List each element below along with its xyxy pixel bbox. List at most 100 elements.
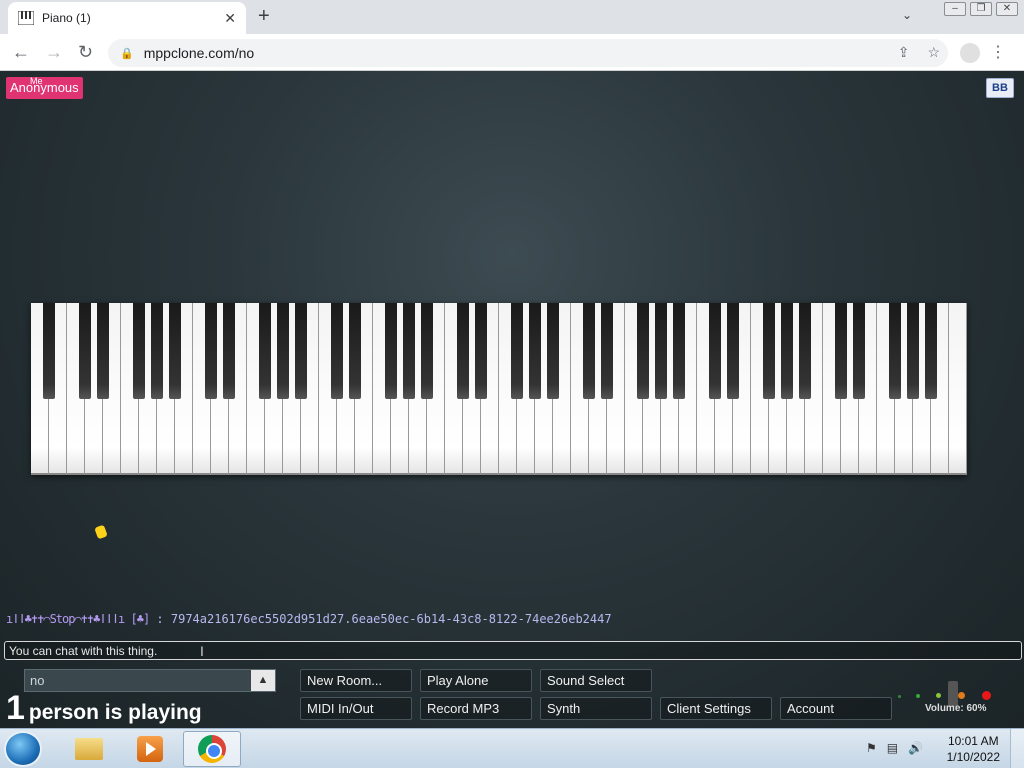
chat-text: 7974a216176ec5502d951d27.6eae50ec-6b14-4… (170, 612, 612, 626)
black-key[interactable] (835, 303, 847, 399)
black-key[interactable] (529, 303, 541, 399)
close-window-button[interactable]: ✕ (996, 2, 1018, 16)
piano-keyboard[interactable] (31, 303, 967, 475)
black-key[interactable] (457, 303, 469, 399)
chrome-icon (198, 735, 226, 763)
tab-piano[interactable]: Piano (1) ✕ (8, 2, 246, 34)
chat-input[interactable] (4, 641, 1022, 660)
black-key[interactable] (925, 303, 937, 399)
black-key[interactable] (331, 303, 343, 399)
white-key[interactable] (949, 303, 967, 475)
black-key[interactable] (259, 303, 271, 399)
chat-message: ıǀǀ♣✝✝⌒Stop⌒✝✝♣ǀǀǀı [♣] : 7974a216176ec5… (6, 612, 612, 626)
black-key[interactable] (673, 303, 685, 399)
room-name: no (25, 670, 251, 691)
black-key[interactable] (349, 303, 361, 399)
address-bar[interactable]: 🔒 mppclone.com/no (108, 39, 948, 67)
profile-avatar-icon[interactable] (960, 43, 980, 63)
folder-icon (75, 738, 103, 760)
flag-icon[interactable]: ⚑ (866, 741, 877, 755)
me-label: Me (30, 76, 43, 86)
share-icon[interactable]: ⇪ (898, 44, 910, 61)
clock[interactable]: 10:01 AM 1/10/2022 (947, 733, 1000, 765)
chrome-taskbar-button[interactable] (183, 731, 241, 767)
black-key[interactable] (781, 303, 793, 399)
browser-tabbar: Piano (1) ✕ + ⌄ – ❐ ✕ (0, 0, 1024, 34)
minimize-button[interactable]: – (944, 2, 966, 16)
explorer-taskbar-button[interactable] (60, 731, 118, 767)
player-count-text: person is playing (28, 701, 202, 724)
black-key[interactable] (799, 303, 811, 399)
black-key[interactable] (43, 303, 55, 399)
lock-icon[interactable]: 🔒 (120, 47, 134, 60)
user-badge[interactable]: Me Anonymous (6, 76, 83, 99)
tab-close-icon[interactable]: ✕ (224, 10, 236, 27)
black-key[interactable] (79, 303, 91, 399)
user-cursor-icon (94, 524, 108, 540)
player-count: 1 person is playing (6, 689, 202, 728)
bb-button[interactable]: BB (986, 78, 1014, 98)
system-tray: ⚑ ▤ 🔊 (866, 741, 923, 755)
omnibox-actions: ⇪ ☆ (898, 44, 940, 61)
volume-label: Volume: 60% (925, 703, 987, 714)
media-player-taskbar-button[interactable] (121, 731, 179, 767)
black-key[interactable] (601, 303, 613, 399)
new-tab-button[interactable]: + (258, 6, 270, 26)
black-key[interactable] (475, 303, 487, 399)
piano-favicon-icon (18, 11, 34, 25)
black-key[interactable] (853, 303, 865, 399)
black-key[interactable] (403, 303, 415, 399)
account-button[interactable]: Account (780, 697, 892, 720)
black-key[interactable] (133, 303, 145, 399)
forward-arrow-icon[interactable]: → (45, 42, 63, 62)
bookmark-star-icon[interactable]: ☆ (927, 44, 940, 61)
restore-button[interactable]: ❐ (970, 2, 992, 16)
window-controls: – ❐ ✕ (944, 2, 1018, 16)
player-count-number: 1 (6, 689, 25, 727)
media-player-icon (137, 736, 163, 762)
black-key[interactable] (763, 303, 775, 399)
network-icon[interactable]: ▤ (887, 741, 898, 755)
midi-button[interactable]: MIDI In/Out (300, 697, 412, 720)
browser-menu-icon[interactable]: ⋮ (990, 42, 1006, 62)
sound-select-button[interactable]: Sound Select (540, 669, 652, 692)
tab-search-chevron-icon[interactable]: ⌄ (902, 8, 912, 22)
black-key[interactable] (727, 303, 739, 399)
taskbar: ⚑ ▤ 🔊 10:01 AM 1/10/2022 (0, 728, 1024, 768)
black-key[interactable] (223, 303, 235, 399)
black-key[interactable] (637, 303, 649, 399)
black-key[interactable] (547, 303, 559, 399)
black-key[interactable] (907, 303, 919, 399)
clock-date: 1/10/2022 (946, 750, 1000, 764)
black-key[interactable] (169, 303, 181, 399)
start-button[interactable] (4, 731, 42, 767)
black-key[interactable] (151, 303, 163, 399)
black-key[interactable] (709, 303, 721, 399)
black-key[interactable] (205, 303, 217, 399)
client-settings-button[interactable]: Client Settings (660, 697, 772, 720)
tab-title: Piano (1) (42, 11, 91, 25)
black-key[interactable] (889, 303, 901, 399)
piano-page: Me Anonymous BB ıǀǀ♣✝✝⌒Stop⌒✝✝♣ǀǀǀı [♣] … (0, 71, 1024, 728)
reload-icon[interactable]: ↻ (78, 42, 93, 62)
synth-button[interactable]: Synth (540, 697, 652, 720)
play-alone-button[interactable]: Play Alone (420, 669, 532, 692)
text-cursor-icon: I (200, 643, 204, 659)
black-key[interactable] (295, 303, 307, 399)
black-key[interactable] (385, 303, 397, 399)
black-key[interactable] (583, 303, 595, 399)
browser-toolbar: ← → ↻ 🔒 mppclone.com/no ⇪ ☆ ⋮ (0, 34, 1024, 71)
room-dropdown-arrow-icon[interactable]: ▲ (251, 670, 275, 691)
black-key[interactable] (511, 303, 523, 399)
show-desktop-button[interactable] (1010, 729, 1024, 768)
url-text: mppclone.com/no (143, 45, 255, 61)
new-room-button[interactable]: New Room... (300, 669, 412, 692)
black-key[interactable] (655, 303, 667, 399)
black-key[interactable] (97, 303, 109, 399)
user-name: Anonymous (10, 80, 79, 95)
speaker-icon[interactable]: 🔊 (908, 741, 923, 755)
black-key[interactable] (277, 303, 289, 399)
back-arrow-icon[interactable]: ← (12, 42, 30, 62)
record-mp3-button[interactable]: Record MP3 (420, 697, 532, 720)
black-key[interactable] (421, 303, 433, 399)
